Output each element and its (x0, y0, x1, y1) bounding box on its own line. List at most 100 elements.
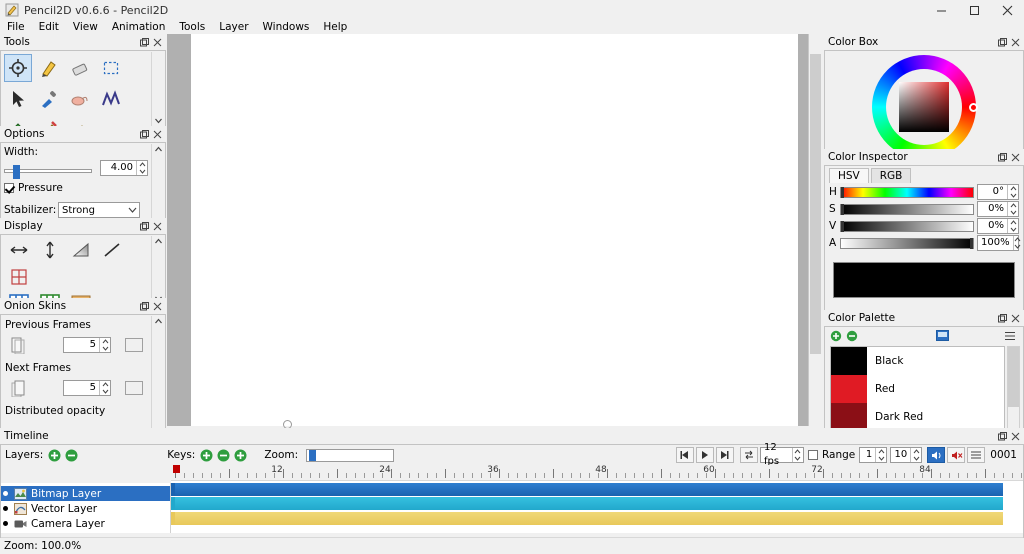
menu-edit[interactable]: Edit (32, 20, 66, 35)
display-close-icon[interactable] (152, 221, 163, 232)
saturation-slider[interactable] (840, 203, 974, 215)
maximize-button[interactable] (958, 0, 991, 20)
layer-visibility-dot[interactable] (3, 506, 8, 511)
display-float-icon[interactable] (139, 221, 150, 232)
options-scroll-up-icon[interactable] (153, 144, 164, 155)
drawing-canvas[interactable] (191, 34, 798, 429)
tools-float-icon[interactable] (139, 37, 150, 48)
layer-row[interactable]: Camera Layer (1, 516, 170, 531)
width-spin-down-icon[interactable] (137, 168, 147, 175)
color-wheel-marker[interactable] (969, 103, 978, 112)
palette-item[interactable]: Dark Red (831, 403, 1004, 430)
alpha-spin-up-icon[interactable] (1014, 236, 1021, 243)
remove-color-icon[interactable] (845, 329, 859, 343)
tab-rgb[interactable]: RGB (870, 168, 912, 183)
layer-row[interactable]: Vector Layer (1, 501, 170, 516)
next-frames-swatch[interactable] (125, 381, 143, 395)
menu-tools[interactable]: Tools (172, 20, 212, 35)
palette-menu-icon[interactable] (1003, 329, 1017, 343)
tools-scrollbar[interactable] (151, 52, 164, 126)
alpha-spin-down-icon[interactable] (1014, 243, 1021, 250)
palette-view-icon[interactable] (935, 329, 949, 343)
hue-spin-up-icon[interactable] (1008, 185, 1018, 192)
colorbox-float-icon[interactable] (997, 37, 1008, 48)
display-scrollbar[interactable] (151, 236, 164, 304)
overlay-center-icon[interactable] (5, 265, 33, 289)
canvas-area[interactable] (167, 34, 822, 429)
brush-tool-button[interactable] (35, 54, 63, 82)
timeline-zoom-handle[interactable] (309, 449, 317, 461)
next-spin-down-icon[interactable] (100, 388, 110, 395)
layer-visibility-dot[interactable] (3, 491, 8, 496)
menu-help[interactable]: Help (316, 20, 354, 35)
menu-file[interactable]: File (0, 20, 32, 35)
menu-animation[interactable]: Animation (105, 20, 173, 35)
range-end-up-icon[interactable] (911, 448, 921, 455)
display-scroll-up-icon[interactable] (153, 236, 164, 247)
palette-scroll-thumb[interactable] (1008, 347, 1019, 407)
inspector-close-icon[interactable] (1010, 152, 1021, 163)
horizontal-flip-icon[interactable] (5, 238, 33, 262)
hue-spin-down-icon[interactable] (1008, 192, 1018, 199)
tools-scroll-up-icon[interactable] (153, 52, 164, 63)
sound-mute-button[interactable] (947, 447, 966, 463)
alpha-slider[interactable] (840, 237, 974, 249)
canvas-scroll-thumb[interactable] (810, 54, 821, 354)
palette-swatch[interactable] (831, 347, 867, 375)
hue-spinbox[interactable]: 0° (977, 184, 1019, 200)
onion-next-icon[interactable] (5, 377, 31, 399)
layer-row[interactable]: Bitmap Layer (1, 486, 170, 501)
pointer-tool-button[interactable] (4, 85, 32, 113)
track-vector[interactable] (175, 497, 1003, 510)
playhead-marker[interactable] (173, 465, 180, 473)
layer-list[interactable]: Bitmap Layer Vector Layer Camera Layer (1, 483, 171, 533)
track-bitmap-key[interactable] (171, 483, 175, 496)
value-spin-up-icon[interactable] (1008, 219, 1018, 226)
pressure-checkbox[interactable]: Pressure (4, 182, 165, 194)
jump-to-start-button[interactable] (675, 447, 694, 463)
jump-to-end-button[interactable] (715, 447, 734, 463)
sound-on-button[interactable] (927, 447, 946, 463)
chevron-down-icon[interactable] (125, 207, 139, 213)
remove-key-icon[interactable] (216, 448, 230, 462)
menu-windows[interactable]: Windows (256, 20, 317, 35)
saturation-spinbox[interactable]: 0% (977, 201, 1019, 217)
saturation-slider-knob[interactable] (841, 203, 844, 215)
track-bitmap[interactable] (175, 483, 1003, 496)
tab-hsv[interactable]: HSV (829, 168, 869, 183)
width-slider[interactable] (4, 164, 92, 179)
value-slider[interactable] (840, 220, 974, 232)
color-square[interactable] (899, 82, 949, 132)
close-button[interactable] (991, 0, 1024, 20)
onion-prev-icon[interactable] (5, 334, 31, 356)
play-button[interactable] (695, 447, 714, 463)
loop-button[interactable] (739, 447, 758, 463)
select-tool-button[interactable] (97, 54, 125, 82)
range-start-down-icon[interactable] (876, 455, 886, 462)
timeline-tracks[interactable]: 12 24 36 48 60 72 84 (171, 465, 1023, 533)
timeline-ruler[interactable]: 12 24 36 48 60 72 84 (171, 465, 1023, 481)
duplicate-key-icon[interactable] (233, 448, 247, 462)
colorbox-close-icon[interactable] (1010, 37, 1021, 48)
tools-close-icon[interactable] (152, 37, 163, 48)
smudge-tool-button[interactable] (66, 85, 94, 113)
options-float-icon[interactable] (139, 129, 150, 140)
vertical-flip-icon[interactable] (36, 238, 64, 262)
width-spinbox[interactable]: 4.00 (100, 160, 148, 176)
fps-spinbox[interactable]: 12 fps (759, 442, 804, 467)
prev-spin-up-icon[interactable] (100, 338, 110, 345)
previous-frames-spinbox[interactable]: 5 (63, 337, 111, 353)
track-camera[interactable] (175, 512, 1003, 525)
alpha-slider-knob[interactable] (970, 237, 973, 249)
palette-list[interactable]: Black Red Dark Red (830, 346, 1005, 431)
width-slider-handle[interactable] (13, 164, 20, 179)
add-layer-icon[interactable] (47, 448, 61, 462)
fps-spin-up-icon[interactable] (793, 448, 803, 455)
canvas-vertical-scrollbar[interactable] (808, 34, 822, 426)
options-close-icon[interactable] (152, 129, 163, 140)
palette-item[interactable]: Red (831, 375, 1004, 403)
palette-item[interactable]: Black (831, 347, 1004, 375)
color-wheel[interactable] (872, 55, 978, 159)
track-camera-key[interactable] (171, 512, 175, 525)
pressure-checkbox-box[interactable] (4, 183, 14, 193)
